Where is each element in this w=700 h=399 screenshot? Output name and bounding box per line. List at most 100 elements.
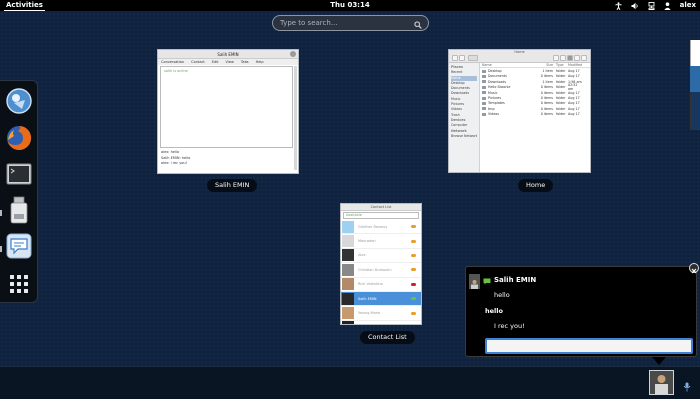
back-icon[interactable] xyxy=(452,55,458,61)
user-menu[interactable]: alex xyxy=(680,0,696,11)
column-type[interactable]: Type xyxy=(553,63,568,67)
file-row[interactable]: Pictures 0 items folder Aug 17 xyxy=(480,95,590,100)
notification-close-button[interactable] xyxy=(689,263,699,273)
folder-icon xyxy=(482,101,486,105)
clock[interactable]: Thu 03:14 xyxy=(0,0,700,11)
file-row[interactable]: Hello Skoonie 0 items folder 02:52 am xyxy=(480,83,590,91)
sidebar-item[interactable]: Browse Network xyxy=(451,134,477,139)
file-name: Videos xyxy=(488,112,499,117)
search-input[interactable] xyxy=(273,19,414,27)
column-name[interactable]: Name xyxy=(480,63,540,67)
file-row[interactable]: Documents 0 items folder Aug 17 xyxy=(480,74,590,79)
menu-conversation[interactable]: Conversation xyxy=(161,60,184,64)
contact-name: Salih EMIN xyxy=(358,296,377,301)
contact-row[interactable]: Salih EMIN xyxy=(341,291,421,307)
workspace-thumbnail[interactable] xyxy=(690,92,700,130)
file-row[interactable]: Videos 0 items folder Aug 17 xyxy=(480,112,590,117)
avatar xyxy=(342,263,354,276)
files-sidebar: Places Recent Home Desktop Documents Download… xyxy=(449,63,480,172)
gear-icon[interactable] xyxy=(581,55,587,61)
contact-row[interactable]: Mauraden xyxy=(341,234,421,249)
notification-pointer xyxy=(652,357,666,365)
contact-name: Yannig Marie xyxy=(358,311,381,316)
menu-tabs[interactable]: Tabs xyxy=(241,60,249,64)
show-apps-button[interactable] xyxy=(4,269,34,299)
menu-edit[interactable]: Edit xyxy=(212,60,219,64)
contact-row[interactable]: Alex xyxy=(341,249,421,264)
contact-row[interactable]: Günther Rasmus xyxy=(341,220,421,235)
contact-list-title: Contact List xyxy=(341,204,421,211)
files-list: Name Size Type Modified Desktop 1 item fol… xyxy=(480,63,590,172)
running-indicator xyxy=(0,210,2,216)
contact-row[interactable]: Yannig Marie xyxy=(341,306,421,321)
contact-row[interactable]: Christian Dumoulin xyxy=(341,263,421,278)
file-type: folder xyxy=(556,112,566,117)
file-name: Pictures xyxy=(488,96,502,101)
notification-reply-input[interactable] xyxy=(485,338,693,354)
file-size: 0 items xyxy=(540,85,553,90)
close-icon[interactable] xyxy=(290,51,296,57)
tray-chat-source-avatar[interactable] xyxy=(649,370,674,395)
file-size: 0 items xyxy=(540,74,553,79)
chat-window-thumbnail[interactable]: Salih EMIN Conversation Contact Edit Vie… xyxy=(157,49,299,174)
chat-scrollbar[interactable] xyxy=(294,66,297,170)
presence-icon xyxy=(411,253,416,257)
file-name-cell: Pictures xyxy=(480,96,540,100)
file-size: 1 item xyxy=(542,79,553,84)
running-indicator xyxy=(0,246,2,252)
chat-notification: Salih EMIN hello hello I rec you! xyxy=(465,266,697,357)
file-row[interactable]: Desktop 1 item folder Aug 17 xyxy=(480,68,590,73)
search-bar[interactable] xyxy=(272,15,429,31)
contact-row[interactable]: Jordan Mantha xyxy=(341,321,421,324)
top-bar: Activities Thu 03:14 alex xyxy=(0,0,700,11)
contact-name: Rick Valentino xyxy=(358,282,383,287)
column-size[interactable]: Size xyxy=(540,63,553,67)
view-grid-icon[interactable] xyxy=(567,55,573,61)
files-window-thumbnail[interactable]: Home Places Recent Home Desktop Documents Dow… xyxy=(448,49,591,173)
chat-bubble-icon xyxy=(6,233,32,263)
file-size: 0 items xyxy=(540,90,553,95)
volume-icon[interactable] xyxy=(631,2,639,10)
accessibility-icon[interactable] xyxy=(615,1,622,10)
network-icon[interactable] xyxy=(648,1,655,10)
folder-icon xyxy=(482,91,486,95)
home-path-button[interactable] xyxy=(468,55,478,61)
terminal-launcher[interactable] xyxy=(4,161,34,191)
presence-selector[interactable]: Available xyxy=(343,212,419,219)
file-name-cell: Desktop xyxy=(480,69,540,73)
firefox-launcher[interactable] xyxy=(4,125,34,155)
file-row[interactable]: Templates 0 items folder Aug 17 xyxy=(480,101,590,106)
column-modified[interactable]: Modified xyxy=(568,63,582,67)
microphone-icon[interactable] xyxy=(683,377,691,396)
file-name-cell: Hello Skoonie xyxy=(480,85,540,89)
menu-view[interactable]: View xyxy=(226,60,234,64)
view-list-icon[interactable] xyxy=(560,55,566,61)
file-type: folder xyxy=(556,74,566,79)
folder-icon xyxy=(482,80,486,84)
file-name-cell: Documents xyxy=(480,74,540,78)
file-size: 1 item xyxy=(542,69,553,74)
files-window-title: Home xyxy=(514,50,525,54)
zoom-icon[interactable] xyxy=(574,55,580,61)
forward-icon[interactable] xyxy=(459,55,465,61)
file-name: Documents xyxy=(488,74,507,79)
file-row[interactable]: Music 0 items folder Aug 17 xyxy=(480,90,590,95)
file-name: Hello Skoonie xyxy=(488,85,511,90)
chat-launcher[interactable] xyxy=(4,233,34,263)
search-icon[interactable] xyxy=(553,55,559,61)
chat-line: alex: i rec you! xyxy=(161,161,188,165)
chat-status-line: salih is online xyxy=(164,69,188,73)
menu-help[interactable]: Help xyxy=(256,60,264,64)
file-row[interactable]: tmp 0 items folder Aug 17 xyxy=(480,106,590,111)
folder-icon xyxy=(482,107,486,111)
empathy-launcher[interactable] xyxy=(4,88,34,118)
user-icon[interactable] xyxy=(663,1,671,10)
menu-contact[interactable]: Contact xyxy=(191,60,205,64)
contact-list-thumbnail[interactable]: Contact List Available Günther Rasmus Mau… xyxy=(340,203,422,325)
presence-icon xyxy=(411,239,416,243)
contact-row[interactable]: Rick Valentino xyxy=(341,278,421,292)
file-modified: Aug 17 xyxy=(568,112,580,117)
removable-drive-launcher[interactable] xyxy=(4,196,34,227)
workspace-window-thumbnail[interactable] xyxy=(690,66,700,93)
file-name: Templates xyxy=(488,101,505,106)
